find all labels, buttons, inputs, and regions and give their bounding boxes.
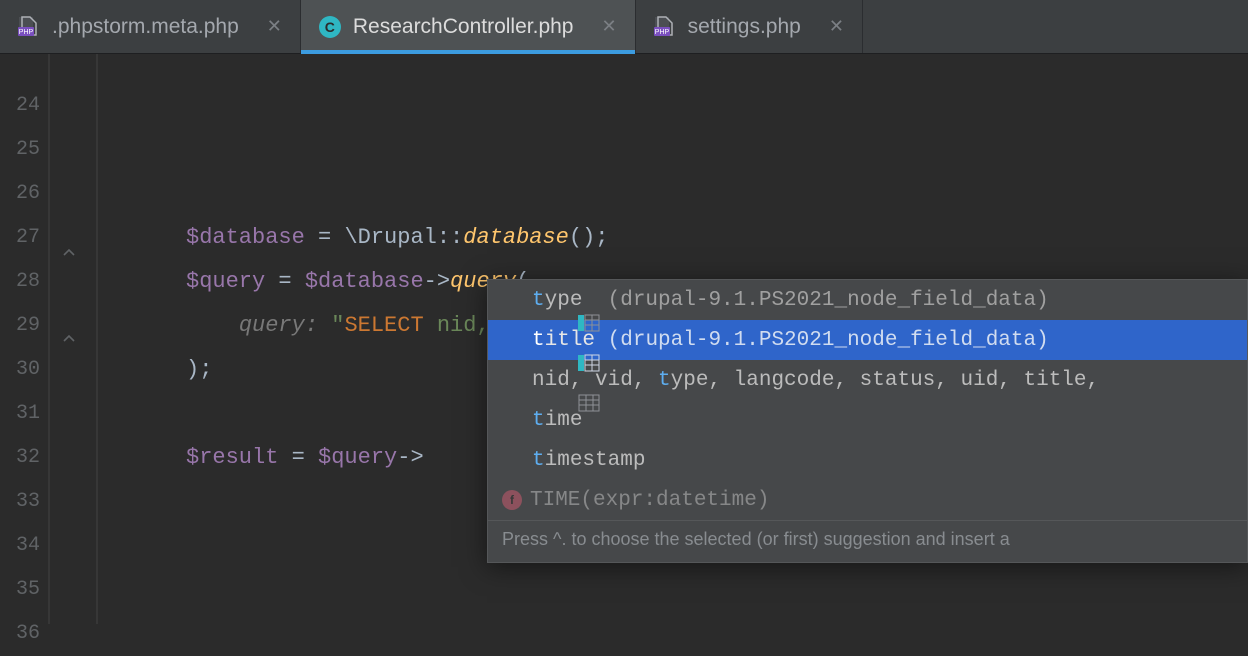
blank-icon [502, 450, 524, 470]
class-file-icon: C [319, 16, 341, 38]
line-number: 35 [0, 568, 48, 612]
blank-icon [502, 410, 524, 430]
svg-text:PHP: PHP [19, 29, 34, 36]
php-file-icon: PHP [18, 16, 40, 38]
line-number: 31 [0, 392, 48, 436]
code-completion-popup[interactable]: type (drupal-9.1.PS2021_node_field_data)… [487, 279, 1248, 563]
line-number: 29 [0, 304, 48, 348]
line-number: 33 [0, 480, 48, 524]
line-number: 30 [0, 348, 48, 392]
svg-text:PHP: PHP [654, 29, 669, 36]
code-line: $database = \Drupal::database(); [108, 216, 1248, 260]
tab-label: settings.php [688, 15, 801, 39]
line-number: 34 [0, 524, 48, 568]
function-icon: f [502, 490, 522, 510]
completion-item[interactable]: f TIME(expr:datetime) [488, 480, 1247, 520]
code-line [108, 128, 1248, 172]
php-file-icon: PHP [654, 16, 676, 38]
completion-item-selected[interactable]: title (drupal-9.1.PS2021_node_field_data… [488, 320, 1247, 360]
tab-label: ResearchController.php [353, 15, 574, 39]
line-number: 28 [0, 260, 48, 304]
completion-item[interactable]: nid, vid, type, langcode, status, uid, t… [488, 360, 1247, 400]
tab-research-controller[interactable]: C ResearchController.php ✕ [301, 0, 636, 53]
tab-label: .phpstorm.meta.php [52, 15, 239, 39]
db-columns-icon [502, 370, 524, 390]
close-icon[interactable]: ✕ [267, 16, 282, 37]
db-column-icon [502, 290, 524, 310]
editor-tab-bar: PHP .phpstorm.meta.php ✕ C ResearchContr… [0, 0, 1248, 54]
completion-item[interactable]: time [488, 400, 1247, 440]
code-line [108, 172, 1248, 216]
fold-gutter [48, 54, 108, 624]
completion-item[interactable]: type (drupal-9.1.PS2021_node_field_data) [488, 280, 1247, 320]
line-number: 27 [0, 216, 48, 260]
line-number: 36 [0, 612, 48, 656]
close-icon[interactable]: ✕ [829, 16, 844, 37]
tab-settings[interactable]: PHP settings.php ✕ [636, 0, 863, 53]
fold-open-icon[interactable] [62, 244, 76, 258]
completion-item[interactable]: timestamp [488, 440, 1247, 480]
line-number: 24 [0, 84, 48, 128]
db-column-icon [502, 330, 524, 350]
code-line [108, 568, 1248, 612]
line-number: 26 [0, 172, 48, 216]
line-number-gutter: 24 25 26 27 28 29 30 31 32 33 34 35 36 [0, 54, 48, 624]
completion-hint: Press ^. to choose the selected (or firs… [488, 520, 1247, 562]
close-icon[interactable]: ✕ [601, 16, 616, 37]
tab-phpstorm-meta[interactable]: PHP .phpstorm.meta.php ✕ [0, 0, 301, 53]
line-number: 32 [0, 436, 48, 480]
fold-close-icon[interactable] [62, 332, 76, 346]
line-number: 25 [0, 128, 48, 172]
code-line [108, 84, 1248, 128]
